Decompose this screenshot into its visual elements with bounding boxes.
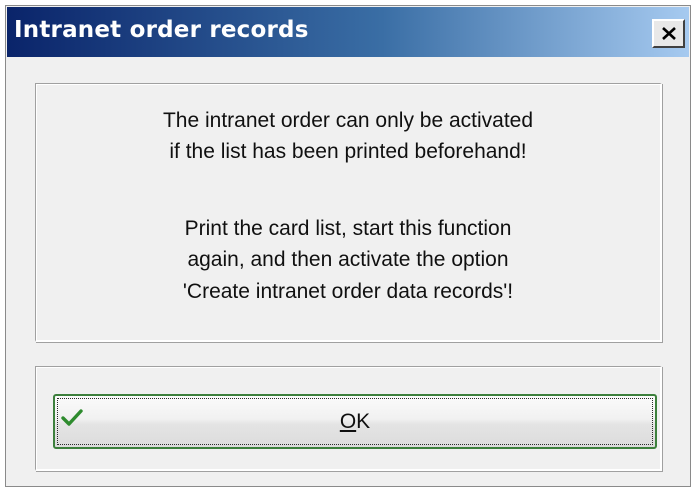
message-line: The intranet order can only be activated [162, 109, 534, 132]
dialog-window: Intranet order records The intranet orde… [5, 5, 691, 487]
message-panel: The intranet order can only be activated… [35, 83, 662, 342]
close-icon [662, 27, 676, 40]
message-line: again, and then activate the option [187, 248, 509, 271]
button-panel: OK [35, 366, 662, 471]
message-line: 'Create intranet order data records'! [182, 280, 514, 303]
ok-button-label: OK [55, 410, 655, 434]
ok-label-rest: K [356, 410, 371, 433]
ok-button[interactable]: OK [53, 394, 657, 449]
message-line: if the list has been printed beforehand! [169, 140, 527, 163]
title-bar[interactable]: Intranet order records [7, 7, 689, 57]
window-title: Intranet order records [14, 17, 309, 43]
message-line: Print the card list, start this function [184, 217, 512, 240]
ok-mnemonic: O [339, 410, 357, 433]
close-button[interactable] [652, 19, 685, 48]
